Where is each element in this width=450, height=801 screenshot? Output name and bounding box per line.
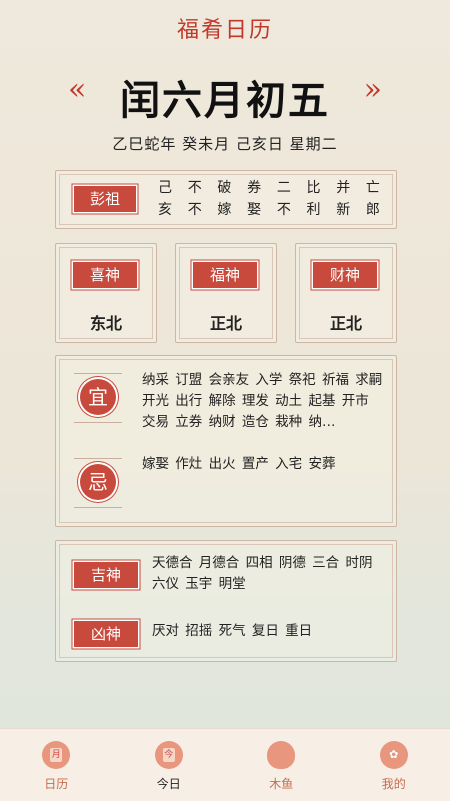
xishen-direction: 东北 bbox=[56, 310, 156, 334]
shensha-card: 吉神 天德合 月德合 四相 阴德 三合 时阴 六仪 玉宇 明堂 凶神 厌对 招摇… bbox=[55, 540, 397, 662]
lotus-icon: ✿ bbox=[380, 741, 408, 769]
xishen-card: 喜神 东北 bbox=[55, 243, 157, 343]
pengzu-text: 己 不 破 券 二 比 并 亡 亥 不 嫁 娶 不 利 新 郎 bbox=[154, 177, 384, 221]
caishen-card: 财神 正北 bbox=[295, 243, 397, 343]
yiji-card: 宜 纳采 订盟 会亲友 入学 祭祀 祈福 求嗣 开光 出行 解除 理发 动土 起… bbox=[55, 355, 397, 527]
app-title: 福肴日历 bbox=[0, 12, 450, 44]
yi-activities: 纳采 订盟 会亲友 入学 祭祀 祈福 求嗣 开光 出行 解除 理发 动土 起基 … bbox=[142, 370, 386, 433]
jishen-label: 吉神 bbox=[74, 562, 138, 588]
tab-woodfish-label: 木鱼 bbox=[225, 775, 338, 792]
woodfish-icon bbox=[267, 741, 295, 769]
lunar-date: 闰六月初五 bbox=[0, 68, 450, 126]
fushen-label: 福神 bbox=[193, 262, 257, 288]
calendar-icon: 月 bbox=[42, 741, 70, 769]
pengzu-label: 彭祖 bbox=[74, 186, 136, 212]
caishen-label: 财神 bbox=[313, 262, 377, 288]
fushen-card: 福神 正北 bbox=[175, 243, 277, 343]
xiongshen-label: 凶神 bbox=[74, 621, 138, 647]
tab-calendar[interactable]: 月 日历 bbox=[0, 729, 113, 801]
xishen-label: 喜神 bbox=[73, 262, 137, 288]
jishen-text: 天德合 月德合 四相 阴德 三合 时阴 六仪 玉宇 明堂 bbox=[152, 553, 390, 595]
tab-woodfish[interactable]: 木鱼 bbox=[225, 729, 338, 801]
next-day-arrow[interactable]: » bbox=[364, 72, 382, 107]
ganzhi-date: 乙巳蛇年 癸未月 己亥日 星期二 bbox=[0, 133, 450, 154]
pengzu-line-1: 己 不 破 券 二 比 并 亡 bbox=[154, 177, 384, 199]
today-icon: 今 bbox=[155, 741, 183, 769]
ji-activities: 嫁娶 作灶 出火 置产 入宅 安葬 bbox=[142, 454, 386, 475]
lunar-date-row: « 闰六月初五 » bbox=[0, 68, 450, 118]
tab-today[interactable]: 今 今日 bbox=[113, 729, 226, 801]
pengzu-card: 彭祖 己 不 破 券 二 比 并 亡 亥 不 嫁 娶 不 利 新 郎 bbox=[55, 170, 397, 229]
fushen-direction: 正北 bbox=[176, 310, 276, 334]
caishen-direction: 正北 bbox=[296, 310, 396, 334]
tab-today-label: 今日 bbox=[113, 775, 226, 792]
xiongshen-text: 厌对 招摇 死气 复日 重日 bbox=[152, 621, 390, 642]
yi-badge: 宜 bbox=[80, 379, 116, 415]
pengzu-line-2: 亥 不 嫁 娶 不 利 新 郎 bbox=[154, 199, 384, 221]
bottom-tab-bar: 月 日历 今 今日 木鱼 ✿ 我的 bbox=[0, 728, 450, 801]
tab-mine-label: 我的 bbox=[338, 775, 450, 792]
tab-calendar-label: 日历 bbox=[0, 775, 113, 792]
ji-badge: 忌 bbox=[80, 464, 116, 500]
tab-mine[interactable]: ✿ 我的 bbox=[338, 729, 450, 801]
